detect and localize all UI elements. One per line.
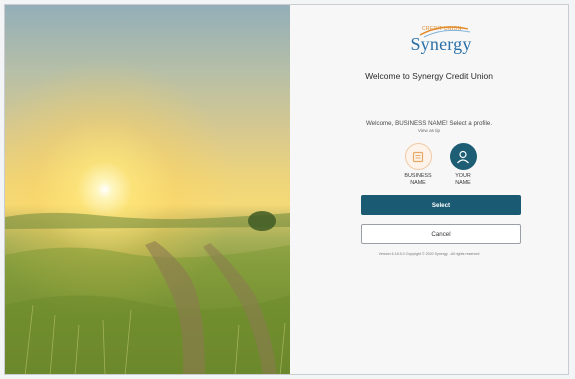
profile-option-personal[interactable]: YOUR NAME (443, 143, 483, 186)
user-icon (457, 150, 469, 163)
login-panel: CREDIT UNION Synergy Welcome to Synergy … (290, 5, 568, 374)
view-as-link[interactable]: View as tip (290, 128, 568, 133)
cancel-button[interactable]: Cancel (361, 224, 521, 244)
copyright-footer: Version 6.18.5.0 Copyright © 2020 Synerg… (378, 252, 480, 256)
profile-label-line2: NAME (455, 179, 471, 186)
business-icon (412, 151, 424, 162)
profile-label-personal: YOUR NAME (443, 173, 483, 186)
personal-avatar (449, 143, 477, 170)
profile-label-line1: YOUR (455, 173, 471, 179)
hero-image (5, 5, 290, 374)
select-button[interactable]: Select (361, 195, 521, 215)
profile-label-line2: NAME (410, 179, 426, 186)
business-avatar (404, 143, 432, 170)
synergy-logo: CREDIT UNION Synergy (406, 23, 476, 65)
profile-label-line1: BUSINESS (404, 173, 432, 179)
profile-label-business: BUSINESS NAME (398, 173, 438, 186)
logo-wordmark: Synergy (410, 34, 472, 54)
logo-tagline: CREDIT UNION (422, 26, 462, 32)
profile-prompt: Welcome, BUSINESS NAME! Select a profile… (365, 120, 493, 127)
profile-option-business[interactable]: BUSINESS NAME (398, 143, 438, 186)
page-title: Welcome to Synergy Credit Union (365, 71, 493, 81)
app-window: CREDIT UNION Synergy Welcome to Synergy … (4, 4, 569, 375)
field-path-illustration (5, 211, 290, 374)
